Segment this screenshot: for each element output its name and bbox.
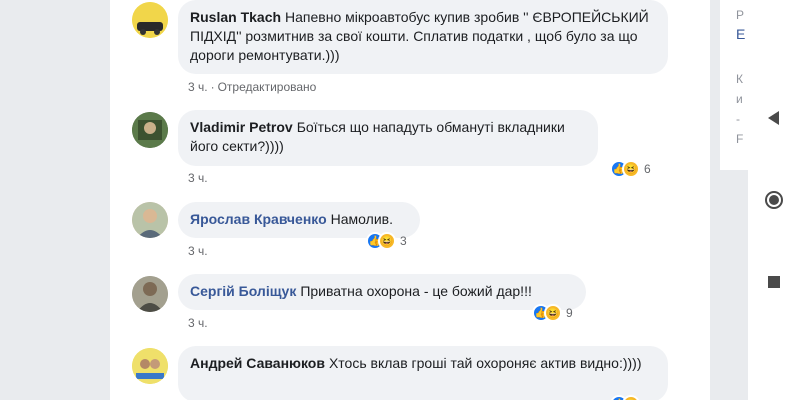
comment-author[interactable]: Сергій Боліщук (190, 283, 296, 299)
haha-icon: 😆 (378, 232, 396, 250)
right-sidebar: Р Е К и - F (720, 0, 748, 170)
reaction-summary[interactable]: 👍 😆 9 (532, 303, 573, 323)
avatar[interactable] (132, 348, 168, 384)
reaction-count: 3 (400, 234, 407, 248)
comment-bubble: Vladimir Petrov Боїться що нападуть обман… (178, 110, 598, 166)
comment-author[interactable]: Ruslan Tkach (190, 9, 281, 25)
reaction-count: 6 (644, 162, 651, 176)
reaction-summary[interactable]: 👍 😆 3 (366, 231, 407, 251)
comment-meta: 3 ч. (188, 316, 208, 330)
sidebar-text: К (736, 72, 743, 86)
comment-meta: 3 ч. (188, 171, 208, 185)
reaction-summary[interactable]: 👍 😆 6 (610, 159, 651, 179)
avatar[interactable] (132, 276, 168, 312)
sidebar-text: - (736, 112, 740, 126)
comment-text: Хтось вклав гроші тай охороняє актив вид… (328, 355, 642, 371)
reaction-summary[interactable]: 👍😆 (610, 394, 640, 400)
sidebar-link[interactable]: Е (736, 26, 745, 42)
recents-square-icon[interactable] (762, 270, 786, 294)
comment-author[interactable]: Андрей Саванюков (190, 355, 325, 371)
edited-label[interactable]: Отредактировано (218, 80, 317, 94)
back-triangle-icon[interactable] (762, 106, 786, 130)
comment-author[interactable]: Vladimir Petrov (190, 119, 293, 135)
comment-time[interactable]: 3 ч. (188, 244, 208, 258)
avatar[interactable] (132, 2, 168, 38)
comment-text: Намолив. (330, 211, 393, 227)
comment-bubble: Андрей Саванюков Хтось вклав гроші тай ох… (178, 346, 668, 400)
comment-meta: 3 ч. (188, 244, 208, 258)
sidebar-text: и (736, 92, 743, 106)
comment-bubble: Ruslan Tkach Напевно мікроавтобус купив з… (178, 0, 668, 74)
sidebar-text: F (736, 132, 744, 146)
comments-feed: Ruslan Tkach Напевно мікроавтобус купив з… (110, 0, 710, 400)
home-circle-icon[interactable] (762, 188, 786, 212)
avatar[interactable] (132, 112, 168, 148)
comment-time[interactable]: 3 ч. (188, 171, 208, 185)
haha-icon: 😆 (622, 395, 640, 400)
comment-time[interactable]: 3 ч. (188, 316, 208, 330)
haha-icon: 😆 (622, 160, 640, 178)
haha-icon: 😆 (544, 304, 562, 322)
comment-meta: 3 ч. · Отредактировано (188, 80, 317, 94)
sidebar-text: Р (736, 8, 745, 22)
android-nav-bar (748, 0, 800, 400)
comment-text: Приватна охорона - це божий дар!!! (300, 283, 532, 299)
comment-time[interactable]: 3 ч. (188, 80, 208, 94)
comment-bubble: Сергій Боліщук Приватна охорона - це божи… (178, 274, 586, 310)
comment-author[interactable]: Ярослав Кравченко (190, 211, 327, 227)
avatar[interactable] (132, 202, 168, 238)
reaction-count: 9 (566, 306, 573, 320)
